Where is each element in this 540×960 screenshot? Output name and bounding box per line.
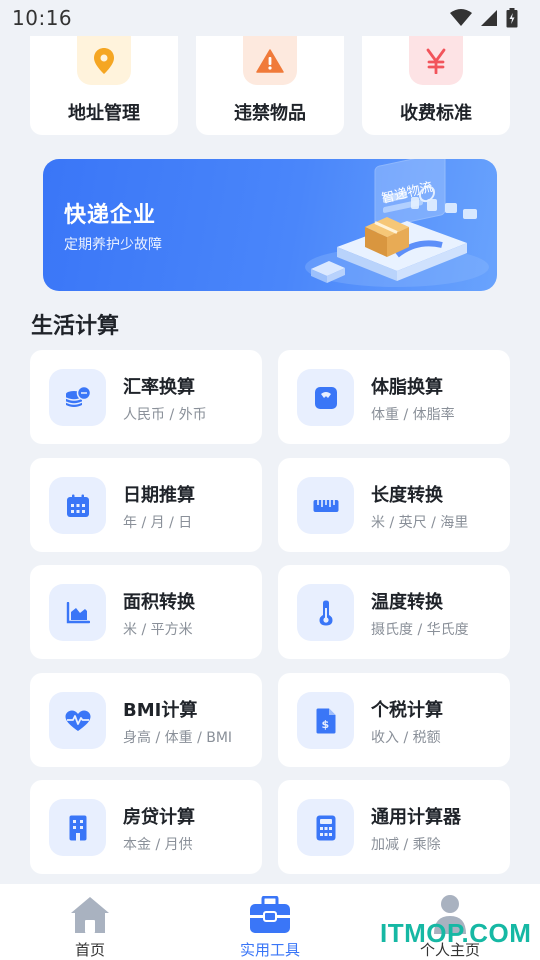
calc-icon-box: [49, 584, 106, 641]
logistics-illustration: 智递物流: [305, 159, 489, 287]
calc-card-bmi[interactable]: BMI计算 身高 / 体重 / BMI: [30, 673, 262, 767]
calc-title: 通用计算器: [371, 807, 461, 828]
calculator-icon: [316, 815, 335, 840]
calc-card-date[interactable]: 日期推算 年 / 月 / 日: [30, 458, 262, 552]
yen-icon: [426, 48, 446, 74]
tax-document-icon: $: [316, 708, 335, 733]
coins-icon: [65, 385, 91, 407]
calc-subtitle: 本金 / 月供: [123, 837, 193, 853]
shortcut-icon-box: [77, 36, 131, 85]
calc-subtitle: 摄氏度 / 华氏度: [371, 622, 469, 638]
calc-card-calculator[interactable]: 通用计算器 加减 / 乘除: [278, 780, 510, 874]
ruler-icon: [313, 499, 338, 512]
calc-title: 房贷计算: [123, 807, 195, 828]
calc-title: 日期推算: [123, 485, 195, 506]
calc-icon-box: $: [297, 692, 354, 749]
area-chart-icon: [66, 601, 90, 623]
calc-icon-box: [49, 369, 106, 426]
watermark: ITMOP.COM: [380, 918, 532, 948]
calc-title: 长度转换: [371, 485, 443, 506]
shortcut-label: 地址管理: [68, 103, 140, 124]
calc-icon-box: [297, 584, 354, 641]
calc-card-income-tax[interactable]: $ 个税计算 收入 / 税额: [278, 673, 510, 767]
shortcut-icon-box: [409, 36, 463, 85]
nav-label: 首页: [74, 941, 105, 959]
nav-icon-wrap: [249, 894, 291, 936]
calc-title: 温度转换: [371, 592, 443, 613]
calc-subtitle: 年 / 月 / 日: [123, 515, 193, 531]
calc-subtitle: 体重 / 体脂率: [371, 407, 455, 423]
calc-card-area[interactable]: 面积转换 米 / 平方米: [30, 565, 262, 659]
calc-subtitle: 加减 / 乘除: [371, 837, 441, 853]
calc-card-mortgage[interactable]: 房贷计算 本金 / 月供: [30, 780, 262, 874]
calendar-icon: [66, 494, 89, 517]
warning-icon: [256, 48, 284, 73]
section-title: 生活计算: [31, 314, 120, 339]
calc-title: 面积转换: [123, 592, 195, 613]
calc-icon-box: [49, 477, 106, 534]
shortcut-address-management[interactable]: 地址管理: [30, 36, 178, 135]
calc-subtitle: 身高 / 体重 / BMI: [123, 730, 233, 746]
status-time: 10:16: [12, 6, 73, 30]
heartbeat-icon: [65, 710, 90, 731]
promo-banner[interactable]: 快递企业 定期养护少故障 智递物流: [43, 159, 497, 291]
status-icons: [450, 8, 518, 28]
calc-subtitle: 人民币 / 外币: [123, 407, 207, 423]
toolbox-icon: [250, 896, 290, 933]
thermometer-icon: [319, 600, 332, 625]
shortcut-label: 收费标准: [400, 103, 472, 124]
shortcut-label: 违禁物品: [234, 103, 306, 124]
calc-card-exchange-rate[interactable]: 汇率换算 人民币 / 外币: [30, 350, 262, 444]
nav-label: 实用工具: [239, 941, 300, 959]
shortcut-fee-standard[interactable]: 收费标准: [362, 36, 510, 135]
shortcut-icon-box: [243, 36, 297, 85]
location-pin-icon: [94, 47, 114, 74]
nav-icon-wrap: [69, 894, 111, 936]
calc-card-length[interactable]: 长度转换 米 / 英尺 / 海里: [278, 458, 510, 552]
calc-subtitle: 收入 / 税额: [371, 730, 441, 746]
calc-subtitle: 米 / 英尺 / 海里: [371, 515, 469, 531]
wifi-icon: [450, 9, 472, 26]
nav-item-home[interactable]: 首页: [30, 884, 150, 960]
status-bar: 10:16: [0, 0, 540, 36]
calc-title: BMI计算: [123, 700, 198, 721]
banner-title: 快递企业: [64, 203, 157, 228]
calc-icon-box: [49, 692, 106, 749]
calc-icon-box: [49, 799, 106, 856]
calc-card-body-fat[interactable]: 体脂换算 体重 / 体脂率: [278, 350, 510, 444]
shortcut-row: 地址管理 违禁物品 收费标准: [30, 36, 510, 135]
scale-icon: [314, 386, 337, 409]
calc-card-temperature[interactable]: 温度转换 摄氏度 / 华氏度: [278, 565, 510, 659]
signal-icon: [481, 10, 497, 26]
calc-icon-box: [297, 477, 354, 534]
calc-title: 体脂换算: [371, 377, 443, 398]
nav-item-tools[interactable]: 实用工具: [210, 884, 330, 960]
calc-icon-box: [297, 369, 354, 426]
building-icon: [69, 815, 86, 840]
banner-subtitle: 定期养护少故障: [64, 237, 162, 253]
calc-title: 个税计算: [371, 700, 443, 721]
calc-icon-box: [297, 799, 354, 856]
battery-icon: [506, 8, 518, 28]
home-icon: [71, 897, 109, 933]
svg-text:$: $: [321, 718, 329, 731]
calc-title: 汇率换算: [123, 377, 195, 398]
shortcut-prohibited-items[interactable]: 违禁物品: [196, 36, 344, 135]
calc-subtitle: 米 / 平方米: [123, 622, 193, 638]
